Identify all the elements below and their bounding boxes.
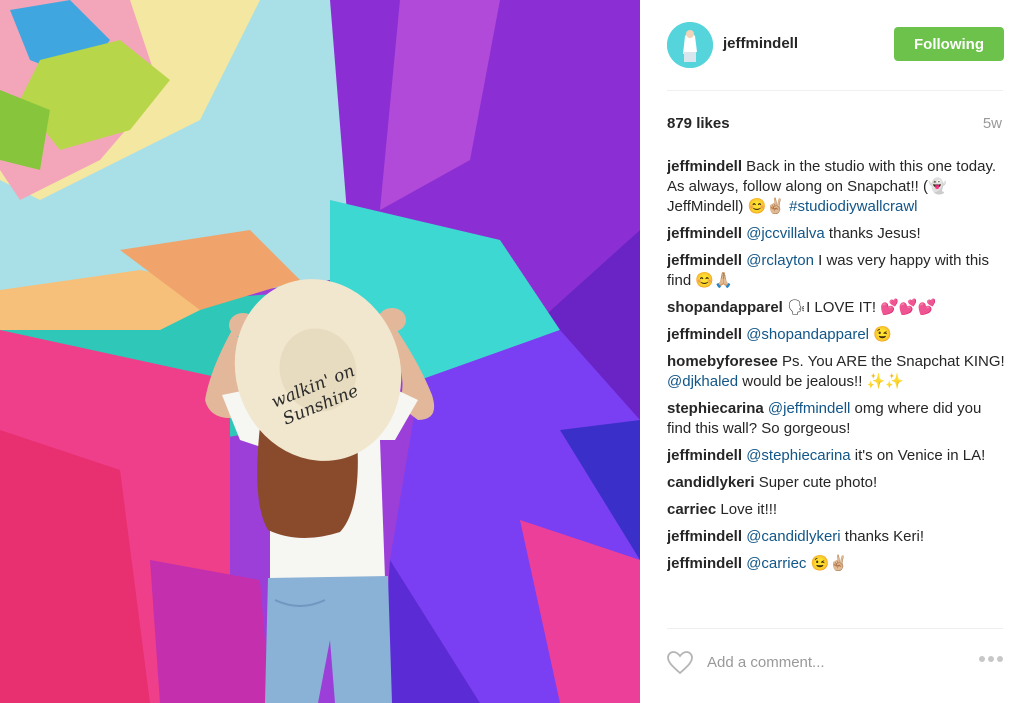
following-button[interactable]: Following (894, 27, 1004, 61)
comment-username[interactable]: candidlykeri (667, 474, 755, 491)
mention-link[interactable]: @rclayton (746, 252, 814, 269)
mention-link[interactable]: @jccvillalva (746, 225, 825, 242)
comment-text: 😉 (869, 326, 892, 343)
comment-item: carriec Love it!!! (667, 500, 1007, 520)
comment-username[interactable]: jeffmindell (667, 252, 742, 269)
comment-text: 😉✌🏼 (806, 555, 848, 572)
comment-item: jeffmindell @carriec 😉✌🏼 (667, 554, 1007, 574)
comment-text: thanks Keri! (840, 528, 924, 545)
mention-link[interactable]: @djkhaled (667, 373, 738, 390)
more-dot (979, 656, 985, 662)
more-dot (988, 656, 994, 662)
comment-username[interactable]: jeffmindell (667, 225, 742, 242)
comment-item: candidlykeri Super cute photo! (667, 473, 1007, 493)
comment-item: stephiecarina @jeffmindell omg where did… (667, 399, 1007, 439)
comment-item: jeffmindell @candidlykeri thanks Keri! (667, 527, 1007, 547)
comment-username[interactable]: jeffmindell (667, 555, 742, 572)
mention-link[interactable]: @carriec (746, 555, 806, 572)
more-options-icon[interactable] (979, 656, 1003, 662)
comment-item: shopandapparel 🗣I LOVE IT! 💕💕💕 (667, 298, 1007, 318)
comment-username[interactable]: jeffmindell (667, 528, 742, 545)
comments-divider (667, 628, 1003, 629)
mention-link[interactable]: @stephiecarina (746, 447, 850, 464)
header-divider (667, 90, 1003, 91)
comments-list[interactable]: jeffmindell Back in the studio with this… (667, 157, 1007, 620)
comment-username[interactable]: jeffmindell (667, 447, 742, 464)
post-photo[interactable]: walkin' on Sunshine (0, 0, 640, 703)
comment-username[interactable]: jeffmindell (667, 326, 742, 343)
avatar-image (667, 22, 713, 68)
comment-item: jeffmindell @rclayton I was very happy w… (667, 251, 1007, 291)
comment-username[interactable]: stephiecarina (667, 400, 764, 417)
comment-item: jeffmindell Back in the studio with this… (667, 157, 1007, 217)
comment-text: Super cute photo! (754, 474, 878, 491)
post-age[interactable]: 5w (983, 115, 1002, 132)
comment-text: it's on Venice in LA! (850, 447, 986, 464)
avatar[interactable] (667, 22, 713, 68)
mention-link[interactable]: @jeffmindell (768, 400, 851, 417)
add-comment-row (667, 648, 1003, 678)
comment-item: homebyforesee Ps. You ARE the Snapchat K… (667, 352, 1007, 392)
comment-username[interactable]: homebyforesee (667, 353, 778, 370)
comment-item: jeffmindell @shopandapparel 😉 (667, 325, 1007, 345)
add-comment-input[interactable] (707, 654, 947, 671)
comment-text: thanks Jesus! (824, 225, 921, 242)
post-details-panel: jeffmindell Following 879 likes 5w jeffm… (640, 0, 1030, 703)
comment-text: Ps. You ARE the Snapchat KING! (777, 353, 1005, 370)
comment-item: jeffmindell @jccvillalva thanks Jesus! (667, 224, 1007, 244)
comment-text: Love it!!! (716, 501, 778, 518)
comment-username[interactable]: carriec (667, 501, 716, 518)
comment-username[interactable]: shopandapparel (667, 299, 783, 316)
likes-count[interactable]: 879 likes (667, 115, 730, 132)
mention-link[interactable]: @candidlykeri (746, 528, 840, 545)
heart-icon[interactable] (667, 651, 693, 680)
hashtag-link[interactable]: #studiodiywallcrawl (789, 198, 917, 215)
post-header: jeffmindell Following (667, 20, 1004, 70)
comment-username[interactable]: jeffmindell (667, 158, 742, 175)
comment-text: 🗣I LOVE IT! 💕💕💕 (782, 299, 937, 316)
mention-link[interactable]: @shopandapparel (746, 326, 869, 343)
comment-text: would be jealous!! ✨✨ (738, 373, 904, 390)
username[interactable]: jeffmindell (723, 35, 798, 52)
comment-item: jeffmindell @stephiecarina it's on Venic… (667, 446, 1007, 466)
more-dot (997, 656, 1003, 662)
mural-photo-art (0, 0, 640, 703)
